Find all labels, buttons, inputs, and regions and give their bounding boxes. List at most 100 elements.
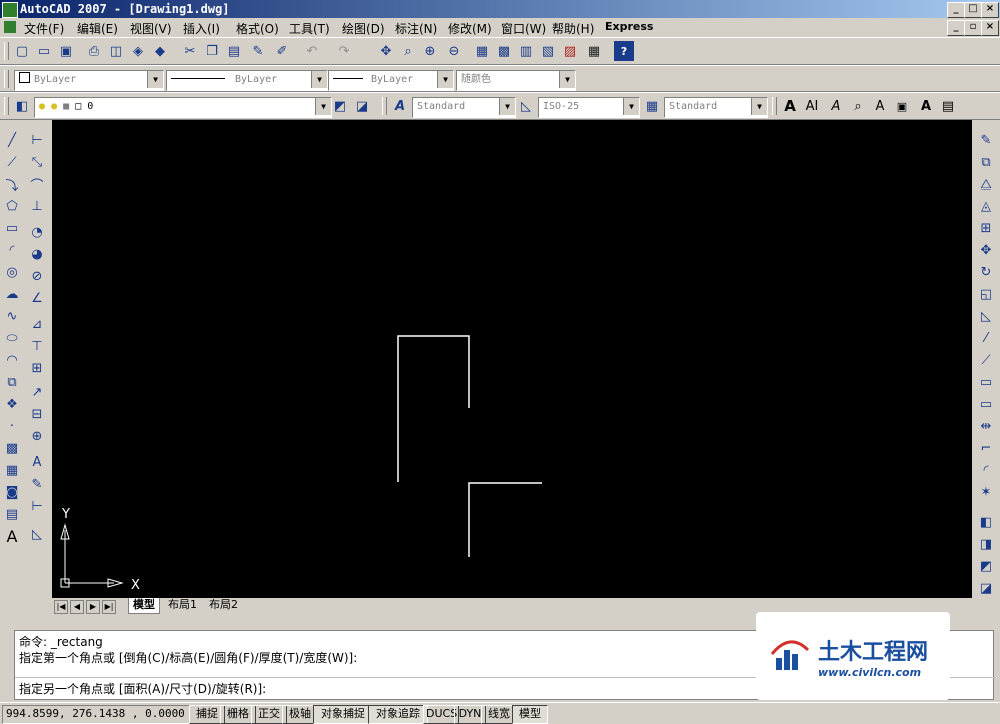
angular-dimension-icon[interactable]: ∠ [26, 288, 48, 308]
fillet-icon[interactable]: ◜ [975, 460, 997, 480]
doc-minimize-button[interactable]: _ [947, 20, 965, 36]
maximize-button[interactable]: □ [964, 2, 982, 18]
polyline-icon[interactable]: ⤵ [1, 174, 23, 194]
dimension-update-icon[interactable]: ⊢ [26, 496, 48, 516]
tool-palettes-icon[interactable]: ▥ [516, 41, 536, 61]
block-editor-icon[interactable]: ✐ [272, 41, 292, 61]
break-icon[interactable]: ▭ [975, 394, 997, 414]
text-style-combo[interactable]: Standard ▼ [412, 97, 516, 118]
center-mark-icon[interactable]: ⊕ [26, 426, 48, 446]
convert-space-icon[interactable]: ▤ [938, 96, 958, 116]
pan-icon[interactable]: ✥ [376, 41, 396, 61]
tab-layout1[interactable]: 布局1 [164, 598, 201, 613]
drawing-canvas[interactable]: Y X [52, 120, 972, 598]
command-prompt[interactable]: 指定另一个角点或 [面积(A)/尺寸(D)/旋转(R)]: [19, 680, 266, 697]
coordinate-readout[interactable]: 994.8599, 276.1438 , 0.0000 [2, 705, 190, 724]
scale-text-icon[interactable]: ▣ [892, 96, 912, 116]
properties-icon[interactable]: ▦ [472, 41, 492, 61]
stretch-icon[interactable]: ◺ [975, 306, 997, 326]
new-file-icon[interactable]: ▢ [12, 41, 32, 61]
make-block-icon[interactable]: ❖ [1, 394, 23, 414]
menu-format[interactable]: 格式(O) [236, 20, 279, 37]
chamfer-icon[interactable]: ⌐ [975, 438, 997, 458]
copy-icon[interactable]: ❐ [202, 41, 222, 61]
table-style-combo[interactable]: Standard ▼ [664, 97, 768, 118]
bring-above-icon[interactable]: ◩ [975, 556, 997, 576]
layer-combo[interactable]: ● ● ■ □ 0 ▼ [34, 97, 332, 118]
menu-help[interactable]: 帮助(H) [552, 20, 594, 37]
match-properties-icon[interactable]: ✎ [248, 41, 268, 61]
menu-insert[interactable]: 插入(I) [183, 20, 220, 37]
tab-layout2[interactable]: 布局2 [205, 598, 242, 613]
publish-icon[interactable]: ◈ [128, 41, 148, 61]
scale-icon[interactable]: ◱ [975, 284, 997, 304]
diameter-dimension-icon[interactable]: ⊘ [26, 266, 48, 286]
chevron-down-icon[interactable]: ▼ [623, 98, 639, 115]
toolbar-grip[interactable] [4, 97, 9, 115]
revision-cloud-icon[interactable]: ☁ [1, 284, 23, 304]
quick-leader-icon[interactable]: ↗ [26, 382, 48, 402]
open-file-icon[interactable]: ▭ [34, 41, 54, 61]
chevron-down-icon[interactable]: ▼ [499, 98, 515, 115]
chevron-down-icon[interactable]: ▼ [437, 71, 453, 88]
drawn-polyline-2[interactable] [468, 482, 542, 557]
chevron-down-icon[interactable]: ▼ [559, 71, 575, 88]
zoom-previous-icon[interactable]: ⊖ [444, 41, 464, 61]
mirror-icon[interactable]: ⧋ [975, 174, 997, 194]
help-icon[interactable]: ? [614, 41, 634, 61]
toolbar-grip[interactable] [772, 97, 777, 115]
doc-restore-button[interactable]: ▫ [964, 20, 982, 36]
object-snap-toggle[interactable]: 对象捕捉 [313, 705, 373, 724]
redo-icon[interactable]: ↷ [334, 41, 354, 61]
multiline-text-icon[interactable]: A [1, 526, 23, 546]
menu-express[interactable]: Express [605, 20, 653, 33]
quick-dimension-icon[interactable]: ⊿ [26, 314, 48, 334]
menu-modify[interactable]: 修改(M) [448, 20, 492, 37]
model-space-toggle[interactable]: 模型 [512, 705, 548, 724]
hatch-icon[interactable]: ▩ [1, 438, 23, 458]
edit-text-icon[interactable]: A [826, 96, 846, 116]
menu-draw[interactable]: 绘图(D) [342, 20, 385, 37]
table-icon[interactable]: ▤ [1, 504, 23, 524]
explode-icon[interactable]: ✶ [975, 482, 997, 502]
zoom-window-icon[interactable]: ⊕ [420, 41, 440, 61]
join-icon[interactable]: ⇹ [975, 416, 997, 436]
close-button[interactable]: × [981, 2, 999, 18]
tab-model[interactable]: 模型 [128, 598, 160, 614]
multiline-text-icon[interactable]: A [780, 96, 800, 116]
polygon-icon[interactable]: ⬠ [1, 196, 23, 216]
ordinate-dimension-icon[interactable]: ⊥ [26, 196, 48, 216]
save-icon[interactable]: ▣ [56, 41, 76, 61]
autocad-app-icon[interactable] [2, 2, 18, 18]
previous-tab-icon[interactable]: ◀ [70, 600, 84, 614]
construction-line-icon[interactable]: ⟋ [1, 152, 23, 172]
last-tab-icon[interactable]: ▶| [102, 600, 116, 614]
single-line-text-icon[interactable]: AI [802, 96, 822, 116]
chevron-down-icon[interactable]: ▼ [315, 98, 331, 115]
jogged-dimension-icon[interactable]: ◕ [26, 244, 48, 264]
tolerance-icon[interactable]: ⊟ [26, 404, 48, 424]
baseline-dimension-icon[interactable]: ⊤ [26, 336, 48, 356]
text-style-icon[interactable]: A [390, 96, 410, 116]
design-center-icon[interactable]: ▩ [494, 41, 514, 61]
toolbar-grip[interactable] [4, 70, 9, 88]
erase-icon[interactable]: ✎ [975, 130, 997, 150]
linear-dimension-icon[interactable]: ⊢ [26, 130, 48, 150]
dimension-style-icon[interactable]: ◺ [516, 96, 536, 116]
chevron-down-icon[interactable]: ▼ [751, 98, 767, 115]
send-under-icon[interactable]: ◪ [975, 578, 997, 598]
toolbar-grip[interactable] [382, 97, 387, 115]
menu-file[interactable]: 文件(F) [24, 20, 64, 37]
continue-dimension-icon[interactable]: ⊞ [26, 358, 48, 378]
calculator-icon[interactable]: ▦ [584, 41, 604, 61]
plotstyle-combo[interactable]: 随颜色 ▼ [456, 70, 576, 91]
extend-icon[interactable]: ⟋ [975, 350, 997, 370]
menu-view[interactable]: 视图(V) [130, 20, 172, 37]
ellipse-arc-icon[interactable]: ◠ [1, 350, 23, 370]
dimension-text-edit-icon[interactable]: ✎ [26, 474, 48, 494]
print-preview-icon[interactable]: ◫ [106, 41, 126, 61]
point-icon[interactable]: · [1, 416, 23, 436]
dimension-edit-icon[interactable]: A [26, 452, 48, 472]
spline-icon[interactable]: ∿ [1, 306, 23, 326]
rectangle-icon[interactable]: ▭ [1, 218, 23, 238]
